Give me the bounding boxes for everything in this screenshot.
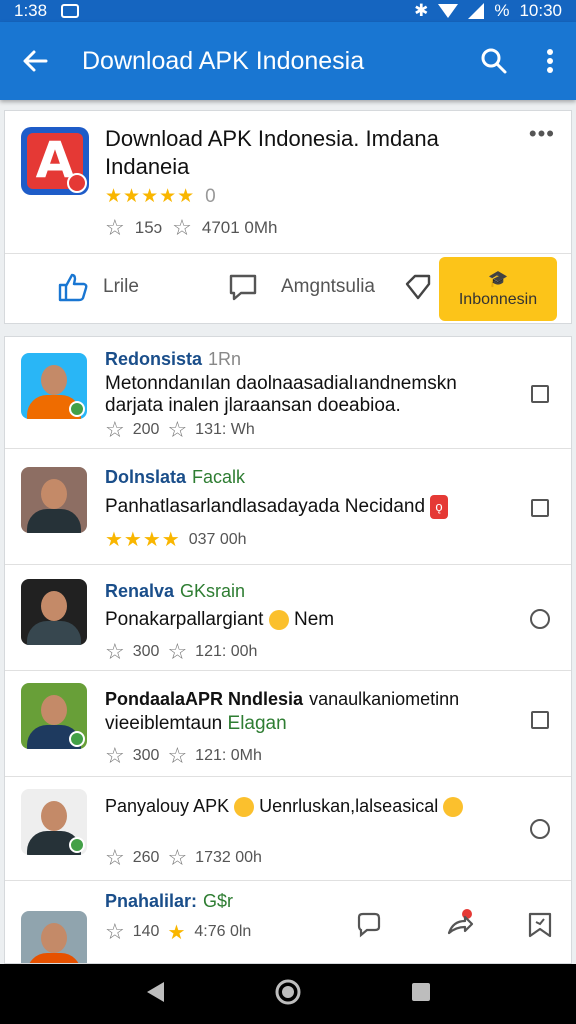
star-outline-icon: ☆ (167, 845, 188, 870)
share-icon[interactable] (445, 909, 475, 944)
status-bar: 1:38 ✱ % 10:30 (0, 0, 576, 22)
list-item[interactable]: Panyalouy APK Uenrluskan,lalseasical ☆ 26… (5, 777, 571, 881)
install-button[interactable]: 🎓 Inbonnesin (439, 257, 557, 321)
item-radio[interactable] (530, 819, 550, 839)
item-stats: ☆ 200 ☆ 131: Wh (105, 417, 255, 442)
status-time-right: 10:30 (519, 1, 562, 20)
notification-icon (61, 4, 80, 18)
app-stats: ☆ 15ɔ ☆ 4701 0Mh (105, 215, 278, 241)
stat-reviews: 15ɔ (134, 218, 163, 237)
item-author: Dolnslata Facalk (105, 467, 246, 487)
item-checkbox[interactable] (531, 711, 549, 729)
item-tag: G$r (203, 891, 234, 911)
item-author: Renalva GKsrain (105, 581, 246, 601)
smile-emoji-icon (268, 609, 289, 630)
stat-downloads: 4701 0Mh (201, 218, 278, 237)
item-tag: vanaulkaniometinn (309, 689, 460, 709)
thumb-up-icon (58, 273, 88, 302)
app-rating: ★★★★★ 0 (105, 185, 216, 208)
item-author: Pnahalilar: G$r (105, 891, 234, 911)
verified-icon (69, 401, 85, 417)
list-item[interactable]: Dolnslata Facalk Panhatlasarlandlasadayad… (5, 449, 571, 565)
item-stats: ★★★★ 037 00h (105, 529, 247, 551)
item-stats: ☆ 140 ★ 4:76 0ln (105, 919, 252, 944)
like-button[interactable]: Lrile (57, 261, 139, 313)
overflow-menu-icon[interactable] (524, 22, 576, 100)
nav-recents-icon[interactable] (410, 981, 432, 1008)
emoji-icon (443, 797, 464, 818)
item-stats: ☆ 300 ☆ 121: 0Mh (105, 743, 262, 768)
item-checkbox[interactable] (531, 385, 549, 403)
list-item[interactable]: Pnahalilar: G$r ☆ 140 ★ 4:76 0ln (5, 881, 571, 963)
rating-stars: ★★★★★ (105, 186, 196, 207)
badge-icon: ǫ (430, 495, 448, 519)
graduation-cap-icon: 🎓 (488, 271, 508, 288)
star-outline-icon: ☆ (105, 845, 125, 870)
item-text: Panyalouy APK Uenrluskan,lalseasical (105, 795, 515, 818)
item-author: Redonsista 1Rn (105, 349, 242, 369)
list-item[interactable]: Renalva GKsrain Ponakarpallargiant Nem ☆ 3… (5, 565, 571, 671)
comment-label: Amgntsulia (281, 276, 375, 297)
list-item[interactable]: PondaalaAPR Nndlesia vanaulkaniometinn vi… (5, 671, 571, 777)
signal-icon (468, 3, 485, 19)
item-text: Ponakarpallargiant Nem (105, 609, 335, 630)
page-title: Download APK Indonesia (82, 46, 365, 75)
feed-list: Redonsista 1Rn Metonndanılan daolnaasadia… (4, 336, 572, 964)
star-outline-icon: ☆ (105, 743, 125, 768)
app-logo: A (21, 127, 89, 195)
item-tag: GKsrain (180, 581, 246, 601)
comment-icon (229, 274, 257, 301)
star-outline-icon: ☆ (172, 215, 192, 240)
like-label: Lrile (103, 276, 139, 297)
star-outline-icon: ☆ (167, 639, 188, 664)
star-outline-icon: ☆ (105, 215, 125, 240)
status-time-left: 1:38 (14, 1, 48, 20)
avatar (21, 683, 87, 749)
item-author: PondaalaAPR Nndlesia vanaulkaniometinn (105, 689, 460, 709)
system-nav-bar (0, 964, 576, 1024)
divider (5, 253, 571, 254)
star-outline-icon: ☆ (105, 919, 125, 944)
install-label: Inbonnesin (458, 291, 538, 308)
item-checkbox[interactable] (531, 499, 549, 517)
bookmark-icon[interactable] (527, 911, 553, 944)
avatar (21, 911, 87, 963)
item-stats: ☆ 300 ☆ 121: 00h (105, 639, 258, 664)
more-options-icon[interactable]: ••• (529, 121, 555, 147)
app-card: A Download APK Indonesia. Imdana Indanei… (4, 110, 572, 324)
item-stats: ☆ 260 ☆ 1732 00h (105, 845, 262, 870)
nav-home-icon[interactable] (274, 978, 302, 1011)
item-text: Metonndanılan daolnaasadialıandnemskn da… (105, 373, 457, 416)
star-outline-icon: ☆ (167, 743, 188, 768)
avatar (21, 789, 87, 855)
item-radio[interactable] (530, 609, 550, 629)
app-title: Download APK Indonesia. Imdana Indaneia (105, 126, 439, 179)
avatar (21, 579, 87, 645)
comment-button[interactable]: Amgntsulia (227, 261, 375, 313)
comment-icon[interactable] (355, 911, 383, 944)
nav-back-icon[interactable] (144, 980, 166, 1009)
wifi-icon (438, 4, 459, 18)
avatar (21, 353, 87, 419)
item-tag: Facalk (192, 467, 246, 487)
search-icon[interactable] (464, 22, 524, 100)
list-item[interactable]: Redonsista 1Rn Metonndanılan daolnaasadia… (5, 337, 571, 449)
star-outline-icon: ☆ (105, 417, 125, 442)
smile-emoji-icon (234, 797, 255, 818)
star-outline-icon: ☆ (167, 417, 188, 442)
back-arrow-icon[interactable] (0, 22, 70, 100)
avatar (21, 467, 87, 533)
tag-icon[interactable] (403, 261, 433, 313)
item-text: vieeiblemtaun Elagan (105, 713, 287, 734)
verified-icon (69, 837, 85, 853)
battery-icon: % (494, 1, 510, 20)
star-outline-icon: ☆ (105, 639, 125, 664)
verified-icon (69, 731, 85, 747)
bluetooth-icon: ✱ (414, 1, 429, 20)
item-tag: 1Rn (208, 349, 242, 369)
rating-count: 0 (205, 186, 216, 207)
app-bar: Download APK Indonesia (0, 22, 576, 100)
star-filled-icon: ★ (167, 921, 187, 944)
item-text: Panhatlasarlandlasadayada Necidand ǫ (105, 495, 515, 519)
